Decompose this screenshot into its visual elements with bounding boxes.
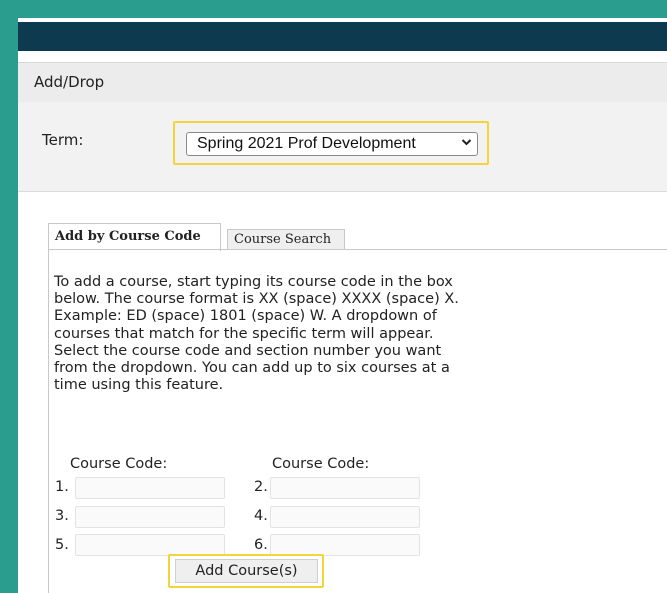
instructions-text: To add a course, start typing its course… (54, 274, 459, 394)
tab-divider (48, 249, 667, 250)
term-panel: Term: Spring 2021 Prof Development (18, 102, 667, 192)
course-number-label: 2. (254, 479, 268, 495)
course-code-input-6[interactable] (270, 534, 420, 556)
term-selected-value: Spring 2021 Prof Development (197, 135, 416, 152)
chevron-down-icon (461, 134, 472, 153)
course-code-input-5[interactable] (75, 534, 225, 556)
course-code-header-left: Course Code: (70, 456, 168, 472)
course-code-input-3[interactable] (75, 506, 225, 528)
course-number-label: 5. (55, 537, 69, 553)
tab-panel-border (48, 249, 49, 593)
add-drop-window: Add/Drop Term: Spring 2021 Prof Developm… (18, 18, 667, 593)
course-code-input-1[interactable] (75, 477, 225, 499)
page-title: Add/Drop (34, 73, 105, 91)
course-number-label: 1. (55, 479, 69, 495)
add-courses-button[interactable]: Add Course(s) (175, 559, 318, 583)
term-select[interactable]: Spring 2021 Prof Development (186, 132, 478, 156)
top-navigation-bar (18, 22, 667, 51)
term-label: Term: (42, 131, 84, 149)
tab-add-by-course-code[interactable]: Add by Course Code (48, 223, 221, 251)
course-number-label: 6. (254, 537, 268, 553)
section-header: Add/Drop (18, 62, 667, 104)
course-code-header-right: Course Code: (272, 456, 370, 472)
tab-course-search[interactable]: Course Search (227, 229, 345, 249)
course-code-input-2[interactable] (270, 477, 420, 499)
course-number-label: 3. (55, 508, 69, 524)
course-code-input-4[interactable] (270, 506, 420, 528)
course-number-label: 4. (254, 508, 268, 524)
